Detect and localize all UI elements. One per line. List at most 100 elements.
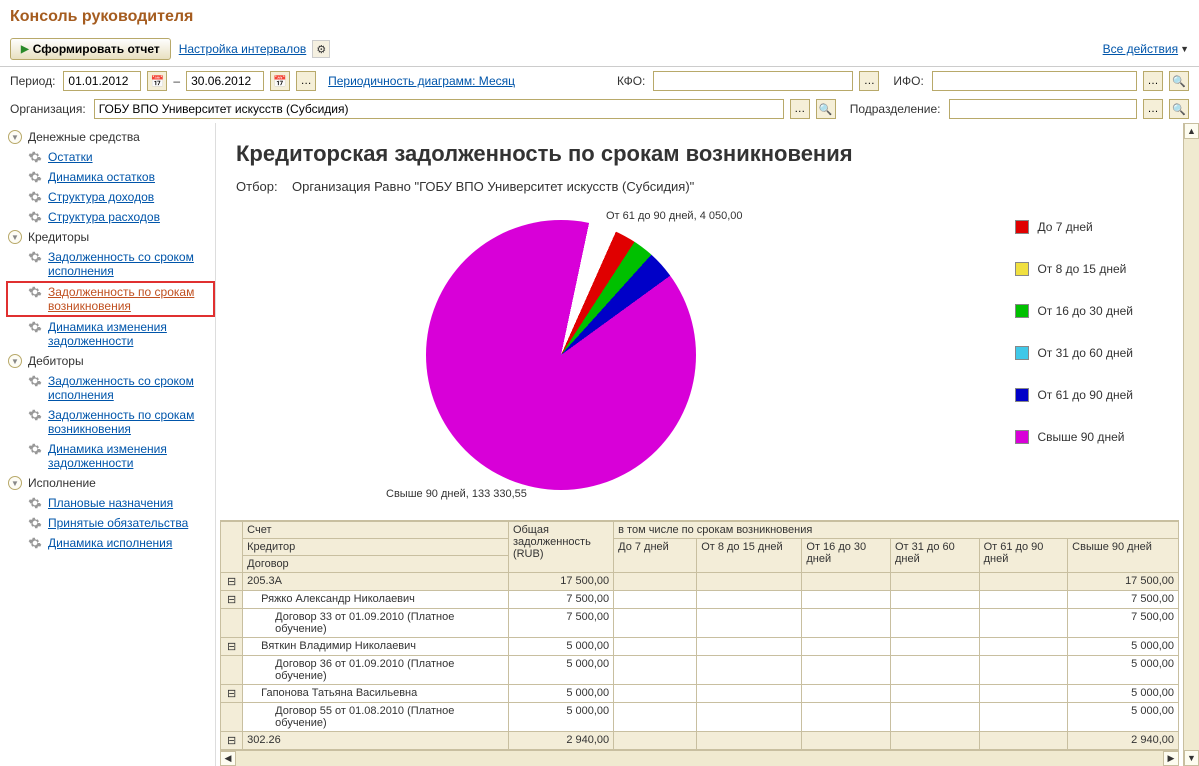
- tree-col-header: [221, 522, 243, 573]
- section-title: Кредиторы: [28, 230, 89, 244]
- org-input[interactable]: [94, 99, 784, 119]
- tree-section-3[interactable]: ▼Исполнение: [6, 473, 215, 493]
- kfo-select-button[interactable]: …: [859, 71, 879, 91]
- table-row[interactable]: Договор 55 от 01.08.2010 (Платное обучен…: [221, 703, 1179, 732]
- col-31to60[interactable]: От 31 до 60 дней: [890, 539, 979, 573]
- row-name: Ряжко Александр Николаевич: [243, 591, 509, 609]
- collapse-icon: ▼: [8, 230, 22, 244]
- legend-item: От 61 до 90 дней: [1015, 388, 1133, 402]
- period-select-button[interactable]: …: [296, 71, 316, 91]
- org-select-button[interactable]: …: [790, 99, 810, 119]
- ifo-select-button[interactable]: …: [1143, 71, 1163, 91]
- cell-over90: 17 500,00: [1068, 573, 1179, 591]
- calendar-to-button[interactable]: 📅: [270, 71, 290, 91]
- row-name: Договор 33 от 01.09.2010 (Платное обучен…: [243, 609, 509, 638]
- dept-input[interactable]: [949, 99, 1138, 119]
- sidebar-item[interactable]: Задолженность со сроком исполнения: [6, 247, 215, 281]
- vertical-scrollbar[interactable]: ▲▼: [1183, 123, 1199, 766]
- table-row[interactable]: ⊟Ряжко Александр Николаевич7 500,007 500…: [221, 591, 1179, 609]
- sidebar-item[interactable]: Принятые обязательства: [6, 513, 215, 533]
- col-contract[interactable]: Договор: [243, 556, 509, 573]
- cell-over90: 7 500,00: [1068, 591, 1179, 609]
- dept-select-button[interactable]: …: [1143, 99, 1163, 119]
- calendar-from-button[interactable]: 📅: [147, 71, 167, 91]
- chart-label-2: Свыше 90 дней, 133 330,55: [386, 488, 527, 500]
- date-from-input[interactable]: [63, 71, 141, 91]
- sidebar-item-label: Задолженность со сроком исполнения: [48, 374, 213, 402]
- play-icon: ▶: [21, 44, 29, 55]
- sidebar-item[interactable]: Задолженность по срокам возникновения: [6, 405, 215, 439]
- row-name: Вяткин Владимир Николаевич: [243, 638, 509, 656]
- legend-label: От 16 до 30 дней: [1037, 304, 1133, 318]
- report-filter-line: Отбор: Организация Равно "ГОБУ ВПО Униве…: [216, 173, 1183, 200]
- sidebar-item[interactable]: Структура доходов: [6, 187, 215, 207]
- expand-icon[interactable]: [221, 656, 243, 685]
- tree-section-0[interactable]: ▼Денежные средства: [6, 127, 215, 147]
- col-16to30[interactable]: От 16 до 30 дней: [802, 539, 891, 573]
- cell-over90: 2 940,00: [1068, 732, 1179, 750]
- sidebar-item[interactable]: Динамика исполнения: [6, 533, 215, 553]
- form-report-button[interactable]: ▶Сформировать отчет: [10, 38, 171, 60]
- sidebar-item[interactable]: Динамика остатков: [6, 167, 215, 187]
- row-name: 302.26: [243, 732, 509, 750]
- col-account[interactable]: Счет: [243, 522, 509, 539]
- table-row[interactable]: ⊟205.3А17 500,0017 500,00: [221, 573, 1179, 591]
- table-row[interactable]: ⊟Гапонова Татьяна Васильевна5 000,005 00…: [221, 685, 1179, 703]
- legend-item: Свыше 90 дней: [1015, 430, 1133, 444]
- row-name: Договор 55 от 01.08.2010 (Платное обучен…: [243, 703, 509, 732]
- col-8to15[interactable]: От 8 до 15 дней: [697, 539, 802, 573]
- sidebar-item-label: Остатки: [48, 150, 93, 164]
- ifo-input[interactable]: [932, 71, 1137, 91]
- expand-icon[interactable]: ⊟: [221, 573, 243, 591]
- toolbar: ▶Сформировать отчет Настройка интервалов…: [0, 34, 1199, 67]
- expand-icon[interactable]: ⊟: [221, 732, 243, 750]
- tree-section-1[interactable]: ▼ Кредиторы: [6, 227, 215, 247]
- sidebar-item[interactable]: Задолженность со сроком исполнения: [6, 371, 215, 405]
- legend-item: От 16 до 30 дней: [1015, 304, 1133, 318]
- expand-icon[interactable]: ⊟: [221, 685, 243, 703]
- interval-settings-link[interactable]: Настройка интервалов: [179, 42, 307, 56]
- legend-item: От 31 до 60 дней: [1015, 346, 1133, 360]
- legend-item: От 8 до 15 дней: [1015, 262, 1133, 276]
- tree-section-2[interactable]: ▼Дебиторы: [6, 351, 215, 371]
- date-to-input[interactable]: [186, 71, 264, 91]
- collapse-icon: ▼: [8, 130, 22, 144]
- table-row[interactable]: Договор 33 от 01.09.2010 (Платное обучен…: [221, 609, 1179, 638]
- sidebar-item-label: Структура расходов: [48, 210, 160, 224]
- table-row[interactable]: ⊟Вяткин Владимир Николаевич5 000,005 000…: [221, 638, 1179, 656]
- col-over90[interactable]: Свыше 90 дней: [1068, 539, 1179, 573]
- table-row[interactable]: Договор 36 от 01.09.2010 (Платное обучен…: [221, 656, 1179, 685]
- col-total[interactable]: Общая задолженность (RUB): [508, 522, 613, 573]
- expand-icon[interactable]: ⊟: [221, 638, 243, 656]
- expand-icon[interactable]: [221, 703, 243, 732]
- sidebar-item[interactable]: Динамика изменения задолженности: [6, 317, 215, 351]
- cell-total: 7 500,00: [508, 591, 613, 609]
- periodicity-link[interactable]: Периодичность диаграмм: Месяц: [328, 74, 515, 88]
- org-search-button[interactable]: 🔍: [816, 99, 836, 119]
- expand-icon[interactable]: ⊟: [221, 591, 243, 609]
- table-row[interactable]: ⊟302.262 940,002 940,00: [221, 732, 1179, 750]
- sidebar-item[interactable]: Динамика изменения задолженности: [6, 439, 215, 473]
- all-actions-link[interactable]: Все действия: [1103, 42, 1178, 56]
- col-upto7[interactable]: До 7 дней: [614, 539, 697, 573]
- col-group[interactable]: в том числе по срокам возникновения: [614, 522, 1179, 539]
- sidebar-item[interactable]: Структура расходов: [6, 207, 215, 227]
- section-title: Исполнение: [28, 476, 96, 490]
- sidebar-item-label: Задолженность со сроком исполнения: [48, 250, 213, 278]
- col-61to90[interactable]: От 61 до 90 дней: [979, 539, 1068, 573]
- dept-search-button[interactable]: 🔍: [1169, 99, 1189, 119]
- gear-icon: [28, 496, 42, 510]
- sidebar-item[interactable]: Задолженность по срокам возникновения: [6, 281, 215, 317]
- col-creditor[interactable]: Кредитор: [243, 539, 509, 556]
- sidebar-item[interactable]: Плановые назначения: [6, 493, 215, 513]
- ifo-label: ИФО:: [893, 74, 923, 88]
- ifo-search-button[interactable]: 🔍: [1169, 71, 1189, 91]
- gear-icon: [28, 190, 42, 204]
- cell-over90: 5 000,00: [1068, 656, 1179, 685]
- sidebar-item[interactable]: Остатки: [6, 147, 215, 167]
- data-grid: Счет Общая задолженность (RUB) в том чис…: [220, 520, 1179, 750]
- expand-icon[interactable]: [221, 609, 243, 638]
- settings-icon-button[interactable]: ⚙: [312, 40, 330, 58]
- kfo-input[interactable]: [653, 71, 853, 91]
- collapse-icon: ▼: [8, 354, 22, 368]
